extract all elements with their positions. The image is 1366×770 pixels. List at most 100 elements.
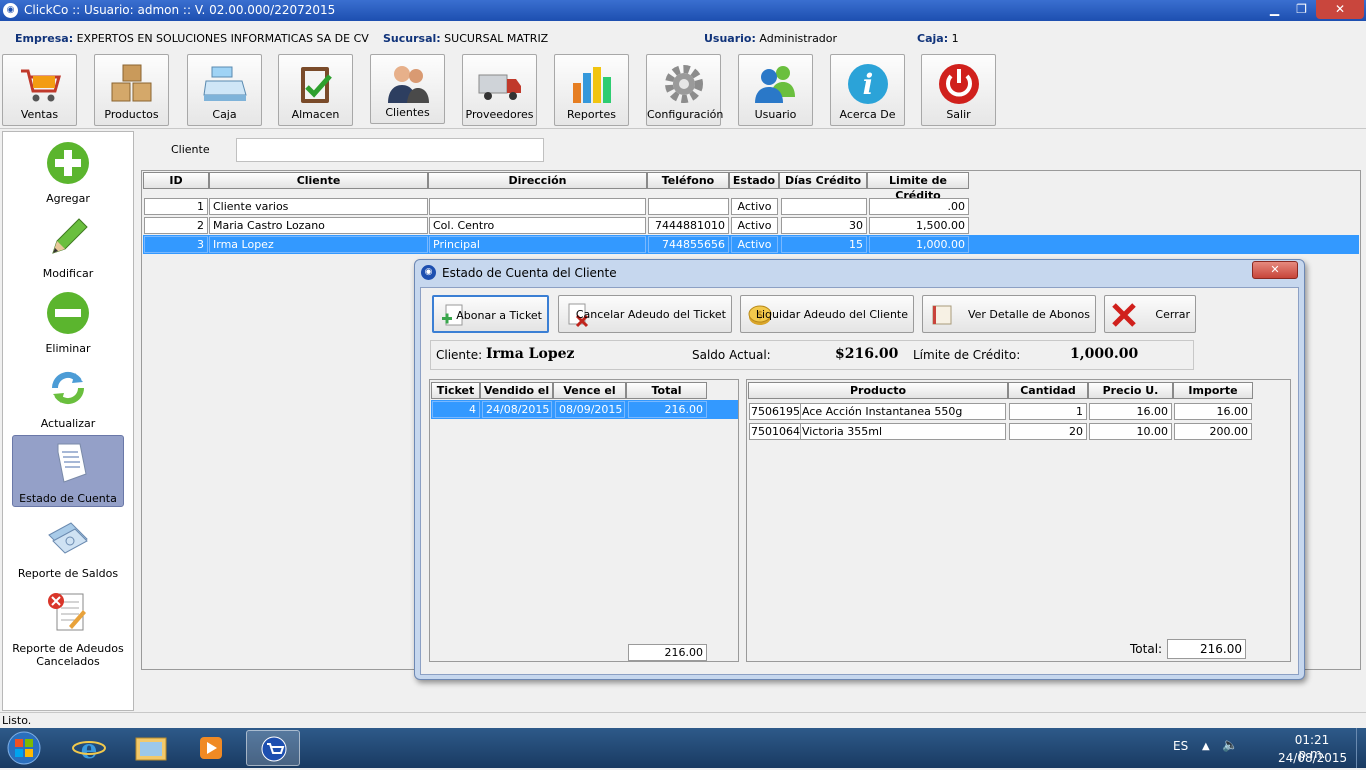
table-cell[interactable]: Maria Castro Lozano	[209, 217, 428, 234]
column-header[interactable]: Vence el	[553, 382, 626, 399]
cerrar-button[interactable]: Cerrar	[1104, 295, 1196, 333]
table-cell[interactable]: Victoria 355ml	[800, 423, 1006, 440]
dialog-close-button[interactable]: ✕	[1252, 261, 1298, 279]
taskbar-clickco[interactable]	[246, 730, 300, 766]
toolbar-clientes-button[interactable]: Clientes	[370, 54, 445, 124]
maximize-button[interactable]: ❐	[1289, 0, 1314, 19]
table-cell[interactable]: 1,500.00	[869, 217, 969, 234]
minimize-button[interactable]: ▁	[1262, 0, 1287, 19]
clock-date[interactable]: 24/08/2015	[1278, 751, 1347, 765]
column-header[interactable]: Días Crédito	[779, 172, 867, 189]
toolbar-almacen-button[interactable]: Almacen	[278, 54, 353, 126]
close-window-button[interactable]: ✕	[1316, 0, 1364, 19]
ver-detalle-abonos-button[interactable]: Ver Detalle de Abonos	[922, 295, 1096, 333]
toolbar-configuracion-button[interactable]: Configuración	[646, 54, 723, 126]
info-bar: Empresa: EXPERTOS EN SOLUCIONES INFORMAT…	[0, 21, 1366, 53]
status-text: Listo.	[2, 714, 32, 727]
sidebar-item-estado-de-cuenta[interactable]: Estado de Cuenta	[12, 435, 124, 507]
column-header[interactable]: Ticket	[431, 382, 480, 399]
column-header[interactable]: Vendido el	[480, 382, 553, 399]
liquidar-adeudo-cliente-button[interactable]: $ Liquidar Adeudo del Cliente	[740, 295, 914, 333]
table-cell[interactable]: 75010641	[749, 423, 801, 440]
column-header[interactable]: Limite de Crédito	[867, 172, 969, 202]
taskbar-explorer[interactable]	[124, 730, 178, 766]
column-header[interactable]: Total	[626, 382, 707, 399]
cliente-name: Irma Lopez	[486, 346, 575, 362]
toolbar-usuario-button[interactable]: Usuario	[738, 54, 813, 126]
table-cell[interactable]: Ace Acción Instantanea 550g	[800, 403, 1006, 420]
table-cell[interactable]: 216.00	[628, 401, 707, 418]
table-cell[interactable]: 16.00	[1174, 403, 1252, 420]
table-cell[interactable]: 16.00	[1089, 403, 1172, 420]
table-cell[interactable]: .00	[869, 198, 969, 215]
toolbar-proveedores-button[interactable]: Proveedores	[462, 54, 537, 126]
table-cell[interactable]	[648, 198, 729, 215]
column-header[interactable]: ID	[143, 172, 209, 189]
table-cell[interactable]: 744855656	[648, 236, 729, 253]
sidebar-item-label: Eliminar	[45, 342, 91, 355]
toolbar-caja-button[interactable]: Caja	[187, 54, 262, 126]
table-cell[interactable]: 75061951	[749, 403, 801, 420]
red-x-icon	[1112, 303, 1136, 327]
table-cell[interactable]: 7444881010	[648, 217, 729, 234]
sidebar-item-reporte-saldos[interactable]: Reporte de Saldos	[12, 511, 124, 583]
cliente-filter-input[interactable]	[236, 138, 544, 162]
table-cell[interactable]: 20	[1009, 423, 1087, 440]
table-cell[interactable]: 1	[144, 198, 208, 215]
toolbar-productos-button[interactable]: Productos	[94, 54, 169, 126]
table-cell[interactable]: Activo	[731, 236, 778, 253]
column-header[interactable]: Precio U.	[1088, 382, 1173, 399]
sidebar-item-modificar[interactable]: Modificar	[12, 211, 124, 283]
table-cell[interactable]: 1	[1009, 403, 1087, 420]
toolbar-acerca-de-button[interactable]: i Acerca De	[830, 54, 905, 126]
toolbar-salir-button[interactable]: Salir	[921, 54, 996, 126]
sucursal-info: Sucursal: SUCURSAL MATRIZ	[383, 32, 549, 45]
table-cell[interactable]: Activo	[731, 198, 778, 215]
taskbar-ie[interactable]: e	[62, 730, 116, 766]
title-bar: ◉ ClickCo :: Usuario: admon :: V. 02.00.…	[0, 0, 1366, 21]
column-header[interactable]: Cantidad	[1008, 382, 1088, 399]
sidebar-item-eliminar[interactable]: Eliminar	[12, 286, 124, 358]
table-cell[interactable]: 4	[432, 401, 480, 418]
sidebar-item-actualizar[interactable]: Actualizar	[12, 361, 124, 433]
column-header[interactable]: Dirección	[428, 172, 647, 189]
column-header[interactable]: Teléfono	[647, 172, 729, 189]
table-cell[interactable]: 3	[144, 236, 208, 253]
table-cell[interactable]: 1,000.00	[869, 236, 969, 253]
table-cell[interactable]: 08/09/2015	[555, 401, 625, 418]
table-cell[interactable]: 24/08/2015	[482, 401, 552, 418]
dialog-title: Estado de Cuenta del Cliente	[442, 266, 617, 280]
column-header[interactable]: Estado	[729, 172, 779, 189]
saldo-label: Saldo Actual:	[692, 348, 771, 362]
column-header[interactable]: Cliente	[209, 172, 428, 189]
cancel-document-icon	[48, 593, 86, 631]
sidebar-item-agregar[interactable]: Agregar	[12, 136, 124, 208]
table-cell[interactable]: Activo	[731, 217, 778, 234]
table-cell[interactable]: 200.00	[1174, 423, 1252, 440]
show-hidden-icons-icon[interactable]: ▲	[1202, 741, 1210, 752]
table-cell[interactable]: 10.00	[1089, 423, 1172, 440]
table-cell[interactable]: Principal	[429, 236, 646, 253]
table-cell[interactable]: Irma Lopez	[209, 236, 428, 253]
table-cell[interactable]: Cliente varios	[209, 198, 428, 215]
table-cell[interactable]	[781, 198, 867, 215]
table-cell[interactable]	[429, 198, 646, 215]
toolbar-reportes-button[interactable]: Reportes	[554, 54, 629, 126]
table-cell[interactable]: 2	[144, 217, 208, 234]
language-indicator[interactable]: ES	[1173, 739, 1188, 753]
table-cell[interactable]: 30	[781, 217, 867, 234]
column-header[interactable]: Importe	[1173, 382, 1253, 399]
column-header[interactable]: Producto	[748, 382, 1008, 399]
media-player-icon	[200, 737, 222, 759]
table-cell[interactable]: Col. Centro	[429, 217, 646, 234]
abonar-ticket-button[interactable]: Abonar a Ticket	[432, 295, 549, 333]
status-bar: Listo.	[0, 712, 1366, 728]
show-desktop-button[interactable]	[1356, 728, 1366, 768]
sidebar-item-reporte-adeudos-cancelados[interactable]: Reporte de Adeudos Cancelados	[12, 586, 124, 668]
table-cell[interactable]: 15	[781, 236, 867, 253]
cancelar-adeudo-ticket-button[interactable]: Cancelar Adeudo del Ticket	[558, 295, 732, 333]
volume-icon[interactable]: 🔈	[1222, 738, 1238, 753]
toolbar-ventas-button[interactable]: Ventas	[2, 54, 77, 126]
start-button[interactable]	[4, 729, 44, 767]
taskbar-media-player[interactable]	[184, 730, 238, 766]
